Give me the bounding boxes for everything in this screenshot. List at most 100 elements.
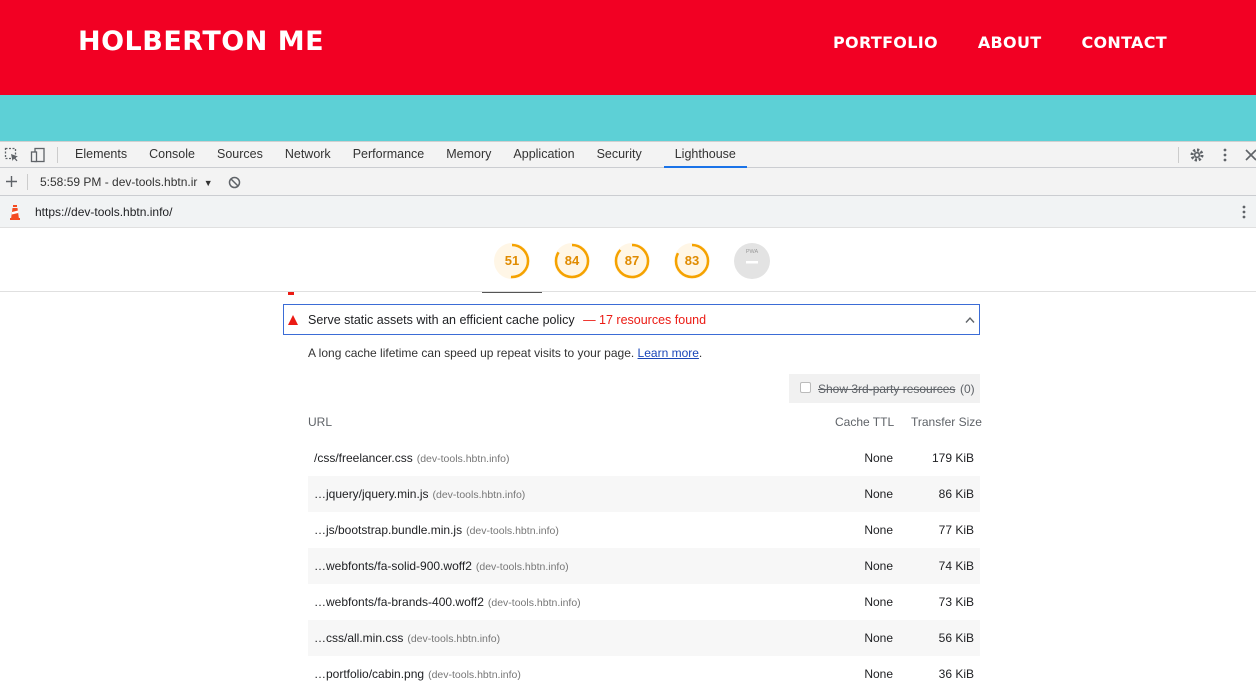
row-transfer-size: 56 KiB [938,631,974,645]
table-row: …jquery/jquery.min.js (dev-tools.hbtn.inf… [308,476,980,512]
nav-about[interactable]: ABOUT [978,33,1042,52]
nav-contact[interactable]: CONTACT [1081,33,1167,52]
table-row: …portfolio/cabin.png (dev-tools.hbtn.info… [308,656,980,692]
fail-triangle-icon [288,315,298,325]
row-url-cell: …jquery/jquery.min.js (dev-tools.hbtn.inf… [314,487,525,501]
audit-display-value: — 17 resources found [583,313,707,327]
report-select[interactable]: 5:58:59 PM - dev-tools.hbtn.ir ▼ [40,175,213,189]
audit-title-line: Serve static assets with an efficient ca… [308,313,706,327]
row-transfer-size: 77 KiB [938,523,974,537]
tab-elements[interactable]: Elements [64,142,138,168]
row-url[interactable]: …jquery/jquery.min.js [314,487,428,501]
toolbar-divider [57,147,58,163]
row-transfer-size: 36 KiB [938,667,974,681]
site-brand[interactable]: HOLBERTON ME [78,26,324,57]
score-value: 51 [504,253,520,268]
lighthouse-logo-icon [10,205,20,220]
row-host: (dev-tools.hbtn.info) [428,669,521,681]
row-host: (dev-tools.hbtn.info) [487,597,581,609]
description-period: . [698,346,703,360]
row-transfer-size: 86 KiB [938,487,974,501]
row-cache-ttl: None [864,595,893,609]
row-url-cell: …css/all.min.css (dev-tools.hbtn.info) [314,631,500,645]
pwa-label: PWA [745,249,759,255]
audit-header-cache-policy[interactable]: Serve static assets with an efficient ca… [283,304,980,335]
table-row: …webfonts/fa-brands-400.woff2 (dev-tools.… [308,584,980,620]
table-row: /css/freelancer.css (dev-tools.hbtn.info)… [308,440,980,476]
row-url[interactable]: …webfonts/fa-solid-900.woff2 [314,559,472,573]
toolbar-divider [1178,147,1179,163]
tab-application[interactable]: Application [502,142,585,168]
row-cache-ttl: None [864,631,893,645]
toolbar-divider [27,174,28,190]
row-cache-ttl: None [864,451,893,465]
score-gauge-performance[interactable]: 51 [494,243,530,279]
row-url[interactable]: …css/all.min.css [314,631,403,645]
chevron-down-icon: ▼ [203,178,213,188]
row-url-cell: …webfonts/fa-brands-400.woff2 (dev-tools.… [314,595,581,609]
tab-performance[interactable]: Performance [342,142,436,168]
tab-console[interactable]: Console [138,142,206,168]
third-party-filter[interactable]: Show 3rd-party resources (0) [789,374,980,403]
row-url[interactable]: …portfolio/cabin.png [314,667,424,681]
report-select-value: 5:58:59 PM - dev-tools.hbtn.ir [40,175,198,189]
learn-more-link[interactable]: Learn more [638,346,699,360]
table-row: …css/all.min.css (dev-tools.hbtn.info) No… [308,620,980,656]
row-host: (dev-tools.hbtn.info) [432,489,526,501]
report-url[interactable]: https://dev-tools.hbtn.info/ [35,205,172,219]
column-header-cache-ttl: Cache TTL [835,415,895,429]
row-url-cell: …webfonts/fa-solid-900.woff2 (dev-tools.h… [314,559,569,573]
row-url[interactable]: /css/freelancer.css [314,451,413,465]
hero-band [0,95,1256,141]
third-party-checkbox[interactable] [800,382,811,393]
score-gauges: 51 84 87 83 PWA [0,228,1256,292]
tab-sources[interactable]: Sources [206,142,274,168]
settings-gear-icon[interactable] [1189,147,1205,163]
row-cache-ttl: None [864,559,893,573]
report-menu-icon[interactable] [1236,204,1252,220]
score-gauge-accessibility[interactable]: 84 [554,243,590,279]
table-row: …js/bootstrap.bundle.min.js (dev-tools.hb… [308,512,980,548]
row-transfer-size: 73 KiB [938,595,974,609]
devtools-tabs: Elements Console Sources Network Perform… [64,142,747,169]
row-host: (dev-tools.hbtn.info) [475,561,569,573]
devtools-tabbar: Elements Console Sources Network Perform… [0,141,1256,168]
row-transfer-size: 74 KiB [938,559,974,573]
close-devtools-icon[interactable] [1243,147,1256,163]
more-options-icon[interactable] [1217,147,1233,163]
score-gauge-best-practices[interactable]: 87 [614,243,650,279]
score-value: 84 [564,253,580,268]
audit-description-text: A long cache lifetime can speed up repea… [308,346,635,360]
score-gauge-seo[interactable]: 83 [674,243,710,279]
column-header-url: URL [308,415,333,429]
table-row: …webfonts/fa-solid-900.woff2 (dev-tools.h… [308,548,980,584]
tab-network[interactable]: Network [274,142,342,168]
report-url-bar: https://dev-tools.hbtn.info/ [0,196,1256,228]
chevron-up-icon[interactable] [965,316,975,324]
row-cache-ttl: None [864,667,893,681]
tab-security[interactable]: Security [586,142,664,168]
row-host: (dev-tools.hbtn.info) [416,453,510,465]
clear-block-icon[interactable] [228,176,241,189]
third-party-label: Show 3rd-party resources [818,382,956,396]
row-url[interactable]: …webfonts/fa-brands-400.woff2 [314,595,484,609]
row-host: (dev-tools.hbtn.info) [466,525,559,537]
inspect-element-icon[interactable] [4,147,20,163]
row-cache-ttl: None [864,487,893,501]
site-header: HOLBERTON ME PORTFOLIO ABOUT CONTACT [0,0,1256,95]
score-gauge-pwa[interactable]: PWA [734,243,770,279]
new-report-plus-icon[interactable] [5,175,18,188]
score-value: 83 [684,253,700,268]
column-header-transfer-size: Transfer Size [911,415,982,429]
site-nav: PORTFOLIO ABOUT CONTACT [833,33,1167,52]
lighthouse-toolbar: 5:58:59 PM - dev-tools.hbtn.ir ▼ [0,168,1256,196]
tab-memory[interactable]: Memory [435,142,502,168]
device-toolbar-icon[interactable] [30,147,46,163]
previous-audit-underline [482,292,542,293]
nav-portfolio[interactable]: PORTFOLIO [833,33,938,52]
row-url[interactable]: …js/bootstrap.bundle.min.js [314,523,462,537]
previous-audit-indicator [288,292,294,295]
audit-description: A long cache lifetime can speed up repea… [308,346,702,360]
tab-lighthouse[interactable]: Lighthouse [663,142,747,168]
row-url-cell: …js/bootstrap.bundle.min.js (dev-tools.hb… [314,523,559,537]
